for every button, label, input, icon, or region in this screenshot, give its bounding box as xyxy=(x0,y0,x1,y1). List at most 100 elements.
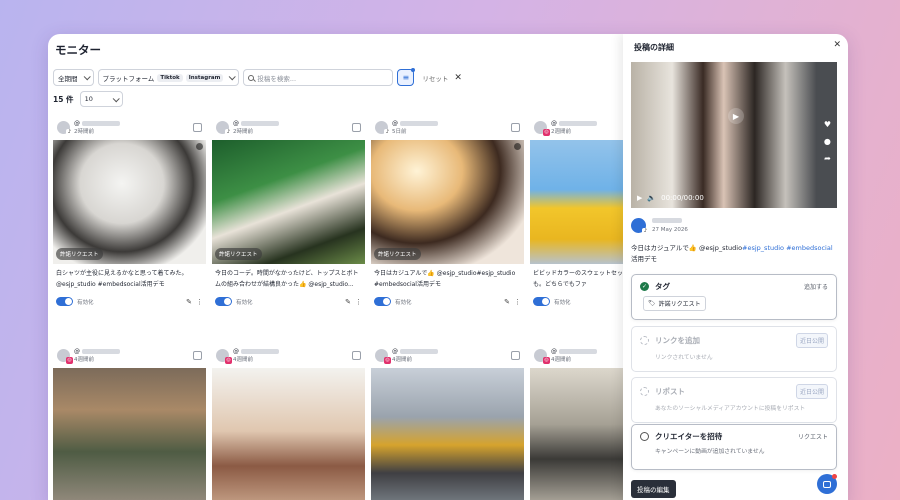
avatar: ♪ xyxy=(375,120,391,136)
edit-icon[interactable]: ✎ xyxy=(345,298,351,306)
search-icon xyxy=(248,74,255,81)
card-time: 2時間前 xyxy=(74,128,94,135)
reset-button[interactable]: リセット xyxy=(422,73,448,83)
blurred-username xyxy=(400,348,438,354)
panel-title: 投稿の詳細 xyxy=(634,43,674,52)
enable-toggle[interactable] xyxy=(533,297,550,306)
tiktok-icon: ♪ xyxy=(384,128,391,136)
period-select-label: 全期間 xyxy=(58,74,78,83)
result-count-row: 15 件 10 xyxy=(53,91,123,107)
play-icon[interactable]: ▶ xyxy=(728,108,744,124)
chat-bubble-icon xyxy=(823,480,831,488)
volume-icon[interactable]: 🔈 xyxy=(647,194,656,202)
post-card[interactable]: ◎ @ 4週間前 xyxy=(212,342,365,500)
tiktok-icon: ♪ xyxy=(642,227,649,235)
more-icon[interactable]: ⋮ xyxy=(196,298,203,306)
blurred-username xyxy=(559,120,597,126)
card-select-checkbox[interactable] xyxy=(193,122,202,132)
play-icon[interactable]: ▶ xyxy=(637,194,642,202)
enable-label: 有効化 xyxy=(236,299,253,306)
card-select-checkbox[interactable] xyxy=(352,350,361,360)
card-select-checkbox[interactable] xyxy=(511,350,520,360)
play-icon xyxy=(514,143,521,150)
avatar: ♪ xyxy=(57,120,73,136)
tag-chip[interactable]: 🏷 許諾リクエスト xyxy=(643,296,706,311)
repost-section[interactable]: リポスト 近日公開 あなたのソーシャルメディアアカウントに投稿をリポスト xyxy=(631,377,837,423)
tag-section[interactable]: ✓ タグ 追加する 🏷 許諾リクエスト xyxy=(631,274,837,320)
notification-dot xyxy=(832,474,837,479)
post-card[interactable]: ♪ @ 2時間前 許諾リクエスト 今日のコーデ。時間がなかったけど、トップスとボ… xyxy=(212,114,365,309)
advanced-filter-button[interactable]: ≡ xyxy=(397,68,416,86)
card-username: @ xyxy=(74,347,80,355)
card-select-checkbox[interactable] xyxy=(511,122,520,132)
video-time: 00:00/00:00 xyxy=(661,194,704,202)
request-button[interactable]: リクエスト xyxy=(798,432,828,441)
page-title: モニター xyxy=(55,43,101,57)
platform-chip-instagram: Instagram xyxy=(185,73,224,82)
tiktok-icon: ♪ xyxy=(225,128,232,136)
enable-label: 有効化 xyxy=(395,299,412,306)
card-header: ♪ @ 5日前 xyxy=(371,114,524,140)
check-icon: ✓ xyxy=(640,282,649,291)
edit-icon[interactable]: ✎ xyxy=(504,298,510,306)
heart-icon: ♥ xyxy=(823,120,831,129)
video-player[interactable]: ▶ ♥ ● ➦ ▶ 🔈 00:00/00:00 xyxy=(631,62,837,208)
card-username: @ xyxy=(551,347,557,355)
post-media[interactable]: 許諾リクエスト xyxy=(53,140,206,264)
more-icon[interactable]: ⋮ xyxy=(514,298,521,306)
card-select-checkbox[interactable] xyxy=(352,122,361,132)
enable-toggle[interactable] xyxy=(215,297,232,306)
caption-hashtags[interactable]: #esjp_studio #embedsocial xyxy=(742,244,833,252)
card-header: ♪ @ 2時間前 xyxy=(212,114,365,140)
per-page-select[interactable]: 10 xyxy=(79,91,123,107)
invite-creator-title: クリエイターを招待 xyxy=(655,432,723,441)
period-select[interactable]: 全期間 xyxy=(53,69,94,86)
search-input[interactable]: 投稿を検索... xyxy=(243,69,394,86)
post-media[interactable]: 許諾リクエスト xyxy=(371,140,524,264)
card-select-checkbox[interactable] xyxy=(193,350,202,360)
more-icon[interactable]: ⋮ xyxy=(355,298,362,306)
post-card[interactable]: ♪ @ 2時間前 許諾リクエスト 白シャツが主役に見えるかなと思って着てみた。@… xyxy=(53,114,206,309)
enable-toggle[interactable] xyxy=(56,297,73,306)
platform-select[interactable]: プラットフォーム Tiktok Instagram xyxy=(97,69,240,86)
edit-icon[interactable]: ✎ xyxy=(186,298,192,306)
edit-post-button[interactable]: 投稿の編集 xyxy=(631,480,676,498)
enable-label: 有効化 xyxy=(77,299,94,306)
card-username: @ xyxy=(392,347,398,355)
blurred-username xyxy=(82,348,120,354)
post-media[interactable]: 許諾リクエスト xyxy=(212,140,365,264)
add-link-subtitle: リンクされていません xyxy=(655,355,713,361)
post-card[interactable]: ◎ @ 4週間前 xyxy=(371,342,524,500)
invite-creator-section[interactable]: クリエイターを招待 リクエスト キャンペーンに動画が追加されていません xyxy=(631,424,837,470)
platform-select-label: プラットフォーム xyxy=(102,74,155,83)
clear-filters-icon[interactable]: ✕ xyxy=(454,73,462,83)
chat-button[interactable] xyxy=(817,474,837,494)
post-media[interactable] xyxy=(371,368,524,500)
close-icon[interactable]: ✕ xyxy=(833,40,841,50)
add-tag-button[interactable]: 追加する xyxy=(804,282,828,291)
play-icon xyxy=(196,143,203,150)
blurred-username xyxy=(652,218,682,223)
rights-request-badge: 許諾リクエスト xyxy=(215,248,262,260)
card-time: 2時間前 xyxy=(233,128,253,135)
blurred-username xyxy=(400,120,438,126)
video-controls: ▶ 🔈 00:00/00:00 xyxy=(637,194,704,202)
chevron-down-icon xyxy=(83,73,91,81)
chevron-down-icon xyxy=(229,73,237,81)
post-card[interactable]: ♪ @ 5日前 許諾リクエスト 今日はカジュアルで👍 @esjp_studio#… xyxy=(371,114,524,309)
post-media[interactable] xyxy=(53,368,206,500)
post-media[interactable] xyxy=(212,368,365,500)
post-caption: 今日はカジュアルで👍 @esjp_studio#esjp_studio #emb… xyxy=(631,243,837,265)
card-username: @ xyxy=(74,119,80,127)
card-header: ♪ @ 2時間前 xyxy=(53,114,206,140)
caption-text: 今日はカジュアルで👍 @esjp_studio xyxy=(631,244,743,252)
add-link-section[interactable]: リンクを追加 近日公開 リンクされていません xyxy=(631,326,837,372)
card-time: 4週間前 xyxy=(74,356,94,363)
card-username: @ xyxy=(551,119,557,127)
post-card[interactable]: ◎ @ 4週間前 xyxy=(53,342,206,500)
share-icon: ➦ xyxy=(824,154,831,163)
tiktok-icon: ♪ xyxy=(66,128,73,136)
tag-section-title: タグ xyxy=(655,282,670,291)
tag-icon: 🏷 xyxy=(648,300,656,307)
enable-toggle[interactable] xyxy=(374,297,391,306)
